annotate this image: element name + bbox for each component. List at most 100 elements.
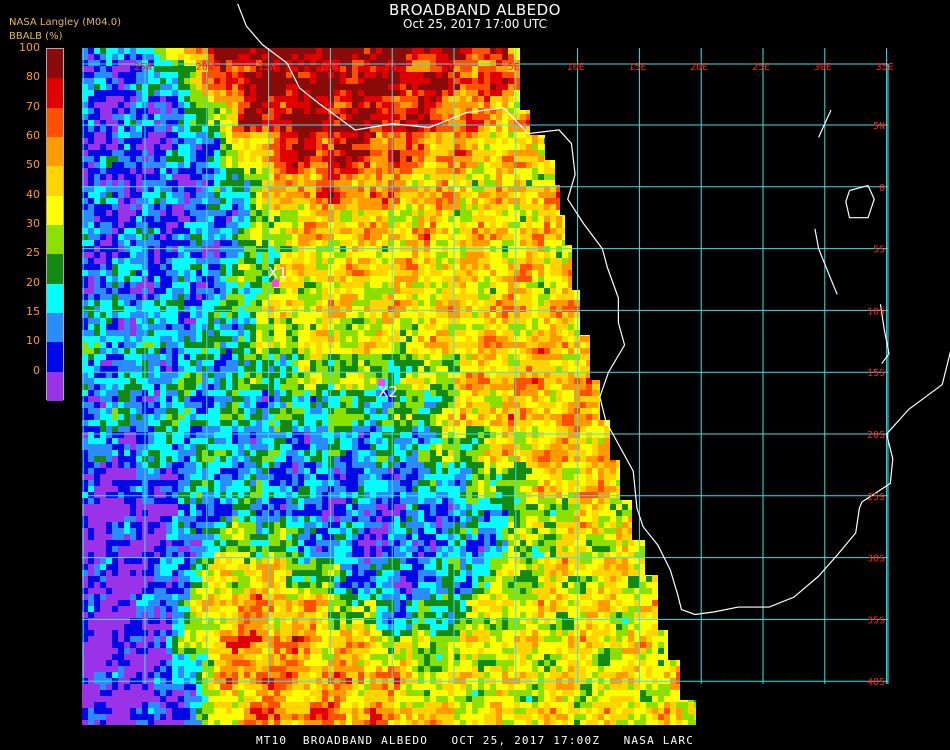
albedo-cell [538,156,544,162]
albedo-cell [430,174,436,180]
albedo-cell [640,174,646,180]
albedo-cell [274,180,280,186]
albedo-cell [694,180,696,186]
albedo-cell [310,276,316,282]
albedo-cell [340,138,346,144]
albedo-cell [358,330,364,336]
albedo-cell [292,330,298,336]
albedo-cell [124,240,130,246]
albedo-cell [472,300,478,306]
albedo-cell [346,60,352,66]
albedo-cell [100,306,106,312]
albedo-cell [670,282,676,288]
albedo-cell [364,156,370,162]
albedo-cell [430,330,436,336]
albedo-cell [274,126,280,132]
albedo-cell [484,324,490,330]
albedo-cell [646,114,652,120]
albedo-cell [328,312,334,318]
albedo-cell [562,288,568,294]
albedo-cell [376,306,382,312]
albedo-cell [550,66,556,72]
albedo-cell [286,108,292,114]
albedo-cell [358,294,364,300]
albedo-cell [250,66,256,72]
albedo-cell [208,150,214,156]
albedo-cell [352,162,358,168]
albedo-cell [592,282,598,288]
albedo-cell [484,96,490,102]
albedo-cell [658,114,664,120]
albedo-cell [460,300,466,306]
albedo-cell [436,174,442,180]
albedo-cell [130,318,136,324]
albedo-cell [94,150,100,156]
albedo-cell [628,102,634,108]
albedo-cell [292,228,298,234]
albedo-cell [256,210,262,216]
albedo-cell [502,156,508,162]
albedo-cell [550,192,556,198]
albedo-cell [478,144,484,150]
albedo-cell [346,144,352,150]
albedo-cell [184,156,190,162]
albedo-cell [454,162,460,168]
albedo-cell [592,330,598,336]
albedo-cell [682,168,688,174]
albedo-cell [640,288,646,294]
albedo-cell [586,330,592,336]
albedo-cell [250,312,256,318]
albedo-cell [88,126,94,132]
albedo-cell [232,288,238,294]
albedo-cell [136,156,142,162]
albedo-cell [574,96,580,102]
albedo-cell [538,144,544,150]
albedo-cell [520,180,526,186]
albedo-cell [352,294,358,300]
albedo-cell [484,156,490,162]
albedo-cell [160,192,166,198]
albedo-cell [304,48,310,54]
albedo-cell [388,174,394,180]
albedo-cell [340,96,346,102]
albedo-cell [574,192,580,198]
albedo-cell [370,180,376,186]
albedo-cell [520,192,526,198]
albedo-cell [346,312,352,318]
albedo-cell [628,90,634,96]
albedo-cell [526,138,532,144]
albedo-cell [592,222,598,228]
albedo-cell [370,138,376,144]
albedo-cell [448,156,454,162]
albedo-cell [532,306,538,312]
albedo-cell [682,150,688,156]
albedo-cell [190,306,196,312]
albedo-cell [94,324,100,330]
albedo-cell [472,168,478,174]
albedo-cell [412,132,418,138]
albedo-cell [304,294,310,300]
albedo-cell [178,240,184,246]
albedo-cell [280,180,286,186]
albedo-cell [196,198,202,204]
albedo-cell [682,228,688,234]
albedo-cell [586,306,592,312]
albedo-cell [502,144,508,150]
albedo-cell [562,240,568,246]
albedo-cell [154,318,160,324]
albedo-cell [196,102,202,108]
albedo-cell [178,150,184,156]
albedo-cell [436,198,442,204]
albedo-cell [412,240,418,246]
albedo-cell [406,204,412,210]
albedo-cell [532,78,538,84]
albedo-cell [442,222,448,228]
albedo-cell [184,78,190,84]
albedo-cell [238,288,244,294]
albedo-cell [484,48,490,54]
albedo-cell [616,66,622,72]
albedo-cell [352,156,358,162]
albedo-cell [370,258,376,264]
albedo-cell [550,270,556,276]
albedo-cell [322,180,328,186]
